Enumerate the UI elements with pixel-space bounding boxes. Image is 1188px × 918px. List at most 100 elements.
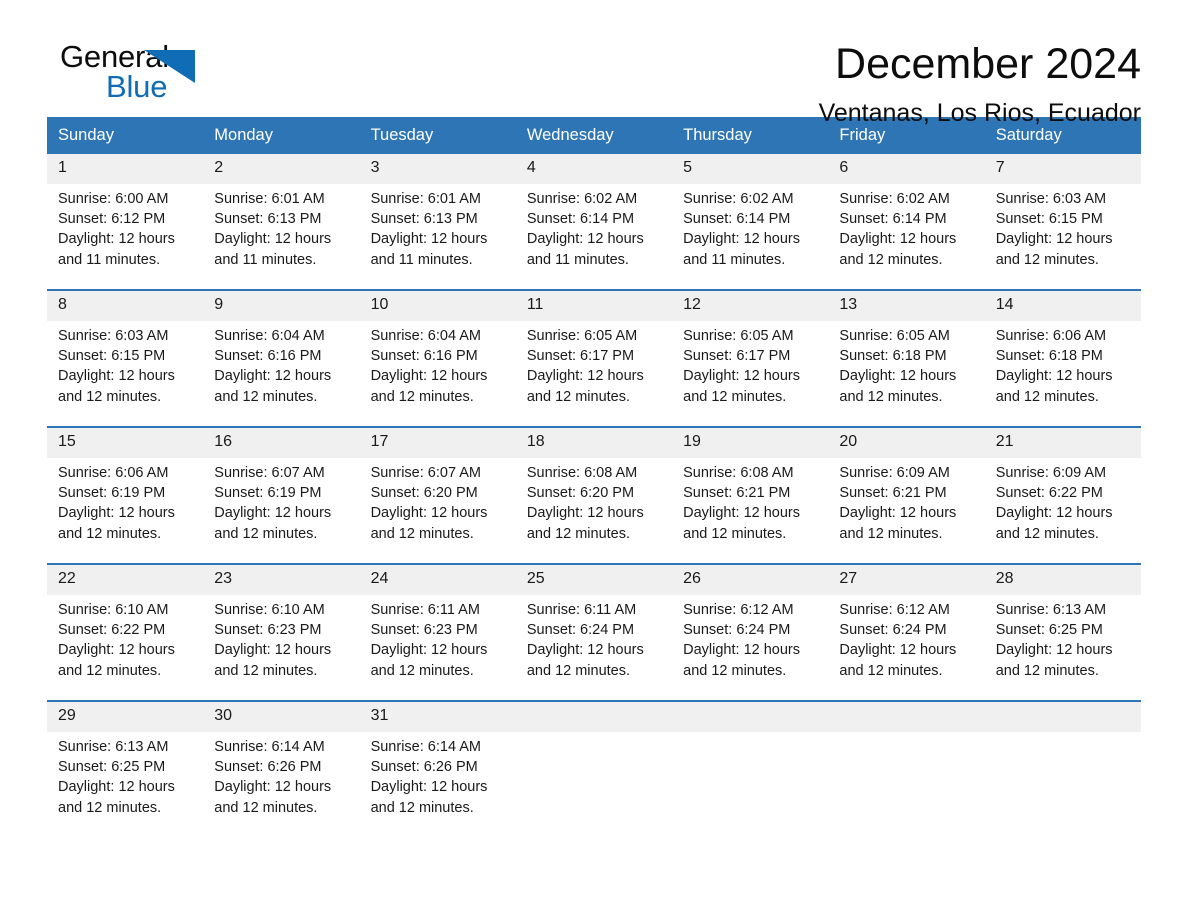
day-number-cell[interactable]: 20 <box>828 428 985 458</box>
day-sunrise-text: Sunrise: 6:07 AM <box>370 465 481 481</box>
day-number-cell[interactable]: 17 <box>359 428 516 458</box>
day-daylight-line2-text: and 12 minutes. <box>58 388 162 405</box>
day-daylight-line2-text: and 12 minutes. <box>839 662 943 679</box>
day-number-cell[interactable]: 6 <box>828 154 985 184</box>
day-number-cell[interactable]: 18 <box>515 428 673 458</box>
day-detail-cell[interactable]: Sunrise: 6:06 AM Sunset: 6:18 PM Daylight:… <box>984 321 1141 426</box>
day-detail-cell[interactable]: Sunrise: 6:10 AM Sunset: 6:23 PM Daylight:… <box>203 595 360 700</box>
day-daylight-line2-text: and 12 minutes. <box>526 525 631 542</box>
day-number-cell[interactable]: 26 <box>672 565 829 595</box>
day-number-cell[interactable]: 5 <box>672 154 829 184</box>
day-number-cell[interactable]: 7 <box>984 154 1141 184</box>
day-number-cell[interactable]: 28 <box>984 565 1141 595</box>
day-number-cell[interactable]: 13 <box>828 291 985 321</box>
day-sunset-text: Sunset: 6:21 PM <box>683 485 791 502</box>
day-daylight-line1-text: Daylight: 12 hours <box>370 231 488 248</box>
day-number-cell[interactable]: 12 <box>672 291 829 321</box>
day-detail-cell[interactable]: Sunrise: 6:02 AM Sunset: 6:14 PM Daylight:… <box>828 184 985 289</box>
day-number-cell[interactable]: 24 <box>359 565 516 595</box>
day-sunrise-text: Sunrise: 6:00 AM <box>58 191 169 207</box>
day-number-cell[interactable]: 22 <box>47 565 204 595</box>
day-daylight-line1-text: Daylight: 12 hours <box>214 231 332 248</box>
day-sunrise-text: Sunrise: 6:01 AM <box>370 191 481 207</box>
day-daylight-line2-text: and 12 minutes. <box>839 388 943 405</box>
day-detail-cell[interactable]: Sunrise: 6:12 AM Sunset: 6:24 PM Daylight:… <box>672 595 829 700</box>
day-detail-cell[interactable]: Sunrise: 6:13 AM Sunset: 6:25 PM Daylight:… <box>47 732 204 837</box>
day-detail-cell[interactable]: Sunrise: 6:05 AM Sunset: 6:18 PM Daylight:… <box>828 321 985 426</box>
day-number-cell[interactable]: 14 <box>984 291 1141 321</box>
day-sunset-text: Sunset: 6:16 PM <box>214 348 322 365</box>
day-detail-cell[interactable]: Sunrise: 6:08 AM Sunset: 6:20 PM Daylight:… <box>515 458 673 563</box>
day-number-cell[interactable]: 3 <box>359 154 516 184</box>
day-sunrise-text: Sunrise: 6:05 AM <box>839 328 950 344</box>
day-sunset-text: Sunset: 6:22 PM <box>995 485 1103 502</box>
day-sunrise-text: Sunrise: 6:14 AM <box>370 739 481 755</box>
day-detail-cell[interactable]: Sunrise: 6:11 AM Sunset: 6:24 PM Daylight:… <box>515 595 673 700</box>
day-daylight-line2-text: and 11 minutes. <box>526 251 629 268</box>
day-detail-cell[interactable]: Sunrise: 6:08 AM Sunset: 6:21 PM Daylight:… <box>672 458 829 563</box>
day-number-cell[interactable]: 16 <box>203 428 360 458</box>
day-detail-cell[interactable]: Sunrise: 6:07 AM Sunset: 6:20 PM Daylight:… <box>359 458 516 563</box>
day-detail-cell[interactable]: Sunrise: 6:14 AM Sunset: 6:26 PM Daylight:… <box>203 732 360 837</box>
day-number-cell[interactable]: 2 <box>203 154 360 184</box>
sunrise-sunset-calendar: Sunday Monday Tuesday Wednesday Thursday… <box>47 117 1141 837</box>
day-sunrise-text: Sunrise: 6:11 AM <box>370 602 480 618</box>
day-daylight-line2-text: and 12 minutes. <box>214 388 318 405</box>
day-number-cell <box>672 702 829 732</box>
day-detail-cell[interactable]: Sunrise: 6:12 AM Sunset: 6:24 PM Daylight:… <box>828 595 985 700</box>
weekday-header-sunday: Sunday <box>47 117 204 154</box>
day-detail-cell[interactable]: Sunrise: 6:04 AM Sunset: 6:16 PM Daylight:… <box>359 321 516 426</box>
day-detail-cell[interactable]: Sunrise: 6:14 AM Sunset: 6:26 PM Daylight:… <box>359 732 516 837</box>
day-sunset-text: Sunset: 6:24 PM <box>839 622 947 639</box>
day-detail-cell[interactable]: Sunrise: 6:10 AM Sunset: 6:22 PM Daylight:… <box>47 595 204 700</box>
day-number-cell[interactable]: 30 <box>203 702 360 732</box>
day-detail-cell[interactable]: Sunrise: 6:02 AM Sunset: 6:14 PM Daylight:… <box>515 184 673 289</box>
day-daylight-line1-text: Daylight: 12 hours <box>683 231 800 248</box>
day-number-cell[interactable]: 19 <box>672 428 829 458</box>
day-detail-cell[interactable]: Sunrise: 6:07 AM Sunset: 6:19 PM Daylight:… <box>203 458 360 563</box>
day-number-cell[interactable]: 8 <box>47 291 204 321</box>
day-daylight-line2-text: and 12 minutes. <box>995 525 1099 542</box>
day-detail-cell[interactable]: Sunrise: 6:03 AM Sunset: 6:15 PM Daylight:… <box>984 184 1141 289</box>
day-detail-cell[interactable]: Sunrise: 6:02 AM Sunset: 6:14 PM Daylight:… <box>672 184 829 289</box>
day-detail-cell[interactable]: Sunrise: 6:13 AM Sunset: 6:25 PM Daylight:… <box>984 595 1141 700</box>
day-detail-cell[interactable]: Sunrise: 6:05 AM Sunset: 6:17 PM Daylight:… <box>672 321 829 426</box>
day-sunset-text: Sunset: 6:14 PM <box>526 211 635 228</box>
calendar-page: General Blue December 2024 Ventanas, Los… <box>0 0 1188 918</box>
day-detail-cell[interactable]: Sunrise: 6:01 AM Sunset: 6:13 PM Daylight:… <box>359 184 516 289</box>
day-number-cell[interactable]: 1 <box>47 154 204 184</box>
day-detail-cell[interactable]: Sunrise: 6:00 AM Sunset: 6:12 PM Daylight:… <box>47 184 204 289</box>
day-number-cell[interactable]: 4 <box>515 154 673 184</box>
day-sunset-text: Sunset: 6:21 PM <box>839 485 947 502</box>
day-number-cell[interactable]: 9 <box>203 291 360 321</box>
day-detail-cell[interactable]: Sunrise: 6:04 AM Sunset: 6:16 PM Daylight:… <box>203 321 360 426</box>
day-number-cell[interactable]: 27 <box>828 565 985 595</box>
day-number-cell[interactable]: 15 <box>47 428 204 458</box>
day-number-cell[interactable]: 23 <box>203 565 360 595</box>
day-detail-cell[interactable]: Sunrise: 6:09 AM Sunset: 6:21 PM Daylight:… <box>828 458 985 563</box>
day-detail-cell[interactable]: Sunrise: 6:01 AM Sunset: 6:13 PM Daylight:… <box>203 184 360 289</box>
day-daylight-line1-text: Daylight: 12 hours <box>370 779 488 796</box>
page-title: December 2024 <box>835 40 1141 88</box>
day-detail-cell[interactable]: Sunrise: 6:05 AM Sunset: 6:17 PM Daylight:… <box>515 321 673 426</box>
day-sunrise-text: Sunrise: 6:02 AM <box>839 191 950 207</box>
brand-logo[interactable]: General Blue <box>47 40 247 112</box>
day-detail-cell[interactable]: Sunrise: 6:11 AM Sunset: 6:23 PM Daylight:… <box>359 595 516 700</box>
day-number-cell[interactable]: 31 <box>359 702 516 732</box>
day-number-cell[interactable]: 29 <box>47 702 204 732</box>
day-daylight-line2-text: and 12 minutes. <box>370 525 474 542</box>
day-number-cell[interactable]: 10 <box>359 291 516 321</box>
day-daylight-line2-text: and 12 minutes. <box>839 251 943 268</box>
day-sunrise-text: Sunrise: 6:04 AM <box>370 328 481 344</box>
day-detail-cell[interactable]: Sunrise: 6:09 AM Sunset: 6:22 PM Daylight:… <box>984 458 1141 563</box>
day-daylight-line1-text: Daylight: 12 hours <box>683 642 800 659</box>
day-number-cell[interactable]: 25 <box>515 565 673 595</box>
week-daynumber-row: 8 9 10 11 12 13 14 <box>47 291 1141 321</box>
day-number-cell[interactable]: 21 <box>984 428 1141 458</box>
day-detail-cell[interactable]: Sunrise: 6:03 AM Sunset: 6:15 PM Daylight:… <box>47 321 204 426</box>
day-sunset-text: Sunset: 6:13 PM <box>370 211 478 228</box>
day-number-cell[interactable]: 11 <box>515 291 673 321</box>
day-detail-cell[interactable]: Sunrise: 6:06 AM Sunset: 6:19 PM Daylight:… <box>47 458 204 563</box>
week-daynumber-row: 22 23 24 25 26 27 28 <box>47 565 1141 595</box>
day-sunrise-text: Sunrise: 6:08 AM <box>526 465 638 481</box>
